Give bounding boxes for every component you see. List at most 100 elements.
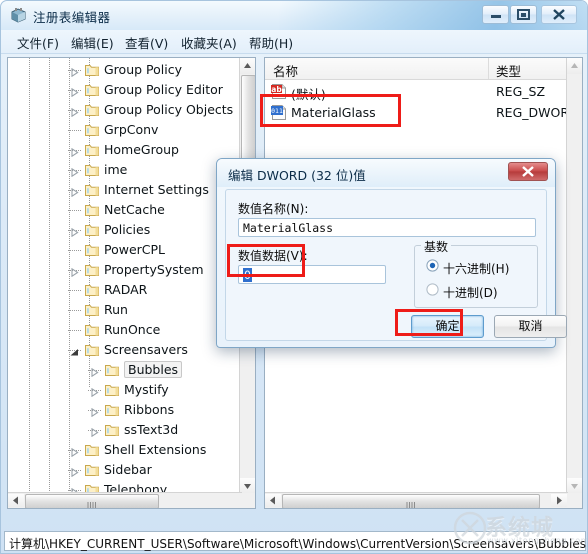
- tree-item-netcache[interactable]: NetCache: [8, 200, 242, 220]
- scroll-right-icon[interactable]: [551, 494, 567, 507]
- chevron-right-icon[interactable]: [90, 406, 99, 418]
- tree-item-propertysystem[interactable]: PropertySystem: [8, 260, 242, 280]
- close-icon[interactable]: [541, 5, 577, 24]
- column-header-type[interactable]: 类型: [496, 61, 521, 80]
- tree-item-sidebar[interactable]: Sidebar: [8, 460, 242, 480]
- values-vertical-scrollbar[interactable]: [566, 58, 582, 494]
- close-icon[interactable]: [508, 162, 548, 181]
- ok-button[interactable]: 确定: [411, 315, 484, 338]
- chevron-right-icon[interactable]: [70, 86, 79, 98]
- value-data-selection: 0: [243, 268, 252, 282]
- edit-dword-dialog: 编辑 DWORD (32 位)值 数值名称(N): MaterialGlass …: [216, 158, 567, 348]
- cancel-button[interactable]: 取消: [494, 315, 567, 338]
- tree-connector: [68, 310, 82, 311]
- folder-icon: [85, 103, 101, 117]
- tree-item-label: Bubbles: [124, 361, 183, 378]
- chevron-right-icon[interactable]: [70, 66, 79, 78]
- value-name-input[interactable]: MaterialGlass: [238, 218, 536, 237]
- folder-icon: [105, 403, 121, 417]
- tree-item-ribbons[interactable]: Ribbons: [8, 400, 242, 420]
- registry-editor-window: 注册表编辑器 文件(F) 编辑(E) 查看(V) 收藏夹(A) 帮助(H) Gr…: [0, 0, 588, 554]
- tree-item-label: RunOnce: [104, 322, 161, 337]
- tree-item-label: PropertySystem: [104, 262, 204, 277]
- chevron-right-icon[interactable]: [90, 366, 99, 378]
- chevron-right-icon[interactable]: [70, 466, 79, 478]
- menu-item-help[interactable]: 帮助(H): [245, 33, 297, 51]
- chevron-right-icon[interactable]: [90, 386, 99, 398]
- registry-editor-icon: [10, 7, 27, 24]
- tree-hscroll-thumb[interactable]: [25, 494, 159, 508]
- tree-item-internet-settings[interactable]: Internet Settings: [8, 180, 242, 200]
- folder-icon: [85, 303, 101, 317]
- chevron-right-icon[interactable]: [70, 266, 79, 278]
- scroll-left-icon[interactable]: [265, 494, 281, 507]
- dialog-title-bar: 编辑 DWORD (32 位)值: [217, 159, 555, 187]
- tree-item-screensavers[interactable]: Screensavers: [8, 340, 242, 360]
- folder-icon: [85, 463, 101, 477]
- values-hscroll-thumb[interactable]: [282, 494, 540, 508]
- scroll-down-icon[interactable]: [240, 478, 255, 494]
- tree-item-runonce[interactable]: RunOnce: [8, 320, 242, 340]
- column-header-name[interactable]: 名称: [273, 61, 298, 80]
- tree-item-homegroup[interactable]: HomeGroup: [8, 140, 242, 160]
- tree-item-label: ime: [104, 162, 128, 177]
- folder-icon: [105, 363, 121, 377]
- values-horizontal-scrollbar[interactable]: [265, 492, 568, 508]
- column-divider[interactable]: [488, 58, 489, 79]
- folder-icon: [105, 423, 121, 437]
- table-row[interactable]: 011 MaterialGlass REG_DWORD: [265, 102, 579, 123]
- menu-item-file[interactable]: 文件(F): [13, 33, 63, 51]
- tree-item-label: Sidebar: [104, 462, 152, 477]
- radio-decimal[interactable]: [426, 283, 439, 296]
- chevron-right-icon[interactable]: [70, 146, 79, 158]
- radio-decimal-label[interactable]: 十进制(D): [443, 284, 498, 301]
- value-name: (默认): [291, 87, 326, 102]
- chevron-right-icon[interactable]: [70, 186, 79, 198]
- tree-item-label: Run: [104, 302, 128, 317]
- radio-hexadecimal-label[interactable]: 十六进制(H): [443, 260, 509, 277]
- scroll-left-icon[interactable]: [8, 494, 24, 507]
- chevron-right-icon[interactable]: [90, 426, 99, 438]
- tree-item-run[interactable]: Run: [8, 300, 242, 320]
- radio-hexadecimal[interactable]: [426, 259, 439, 272]
- tree-item-sstext3d[interactable]: ssText3d: [8, 420, 242, 440]
- tree-item-policies[interactable]: Policies: [8, 220, 242, 240]
- tree-item-shell-extensions[interactable]: Shell Extensions: [8, 440, 242, 460]
- menu-item-favorites[interactable]: 收藏夹(A): [177, 33, 241, 51]
- chevron-right-icon[interactable]: [70, 166, 79, 178]
- tree-item-group-policy-editor[interactable]: Group Policy Editor: [8, 80, 242, 100]
- scroll-down-icon[interactable]: [567, 478, 582, 494]
- status-bar: 计算机\HKEY_CURRENT_USER\Software\Microsoft…: [4, 531, 586, 551]
- tree-item-powercpl[interactable]: PowerCPL: [8, 240, 242, 260]
- chevron-down-icon[interactable]: [70, 346, 79, 356]
- menu-item-edit[interactable]: 编辑(E): [67, 33, 118, 51]
- tree-item-label: Policies: [104, 222, 151, 237]
- tree-item-ime[interactable]: ime: [8, 160, 242, 180]
- tree-item-grpconv[interactable]: GrpConv: [8, 120, 242, 140]
- value-data-input[interactable]: 0: [238, 265, 386, 284]
- folder-icon: [85, 243, 101, 257]
- chevron-right-icon[interactable]: [70, 446, 79, 458]
- minimize-icon[interactable]: [482, 5, 509, 24]
- tree-item-label: Group Policy: [104, 62, 182, 77]
- tree-horizontal-scrollbar[interactable]: [8, 492, 242, 508]
- chevron-right-icon[interactable]: [70, 226, 79, 238]
- tree-item-label: GrpConv: [104, 122, 159, 137]
- tree-item-group-policy[interactable]: Group Policy: [8, 60, 242, 80]
- svg-text:011: 011: [271, 107, 283, 115]
- folder-icon: [105, 383, 121, 397]
- tree-item-group-policy-objects[interactable]: Group Policy Objects: [8, 100, 242, 120]
- scroll-up-icon[interactable]: [567, 58, 582, 74]
- scroll-grip-icon: [87, 498, 97, 508]
- chevron-right-icon[interactable]: [70, 106, 79, 118]
- maximize-icon[interactable]: [510, 5, 537, 24]
- menu-item-view[interactable]: 查看(V): [121, 33, 172, 51]
- tree-item-radar[interactable]: RADAR: [8, 280, 242, 300]
- tree-item-mystify[interactable]: Mystify: [8, 380, 242, 400]
- table-row[interactable]: ab (默认) REG_SZ: [265, 81, 568, 102]
- dialog-title: 编辑 DWORD (32 位)值: [228, 168, 366, 183]
- tree-item-bubbles[interactable]: Bubbles: [8, 360, 242, 380]
- tree-item-label: Internet Settings: [104, 182, 209, 197]
- scroll-up-icon[interactable]: [240, 58, 255, 74]
- folder-icon: [85, 163, 101, 177]
